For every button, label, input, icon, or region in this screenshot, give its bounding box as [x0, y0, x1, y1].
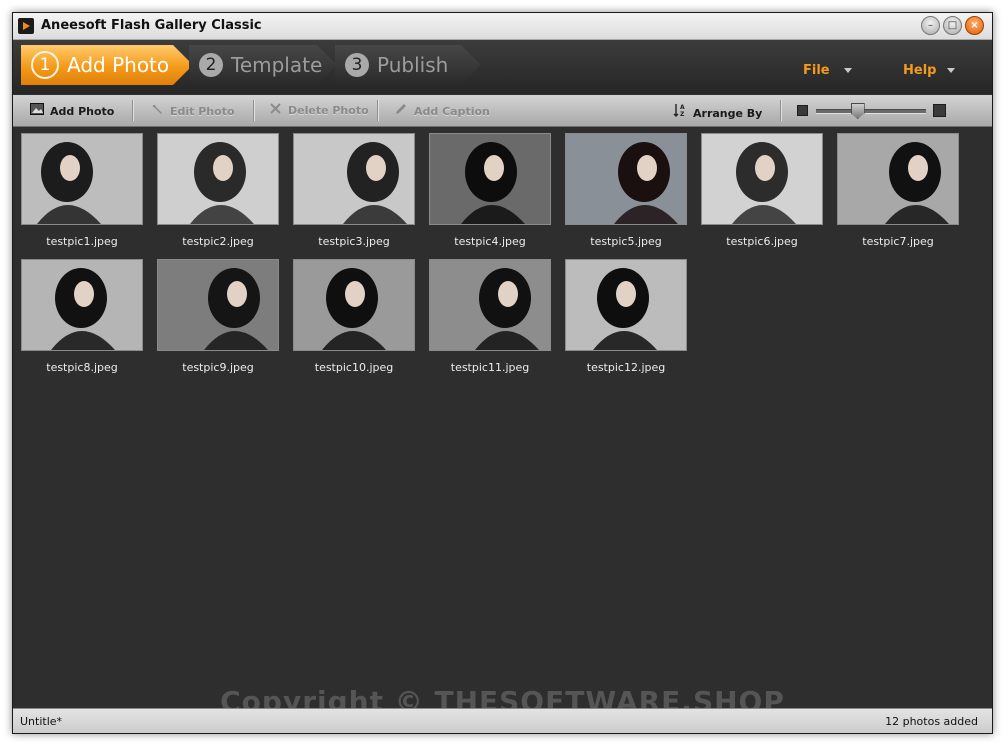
- photo-image[interactable]: [157, 259, 279, 351]
- photo-thumbnail[interactable]: testpic3.jpeg: [293, 133, 415, 248]
- photo-image[interactable]: [565, 259, 687, 351]
- photo-thumbnail[interactable]: testpic7.jpeg: [837, 133, 959, 248]
- photo-filename: testpic6.jpeg: [726, 235, 798, 248]
- step-label: Template: [231, 53, 323, 77]
- step-label: Publish: [377, 53, 449, 77]
- svg-text:Z: Z: [680, 111, 685, 117]
- close-button[interactable]: ×: [965, 16, 984, 35]
- step-number: 2: [199, 53, 223, 77]
- file-dropdown-icon[interactable]: [844, 68, 852, 73]
- minimize-button[interactable]: –: [921, 16, 940, 35]
- document-name: Untitle*: [20, 715, 63, 728]
- status-bar: Untitle* 12 photos added: [13, 708, 992, 733]
- file-menu[interactable]: File: [803, 63, 830, 78]
- step-publish[interactable]: 3 Publish: [335, 45, 481, 85]
- photo-image[interactable]: [21, 133, 143, 225]
- thumbnail-size-slider-handle[interactable]: [850, 103, 865, 119]
- wizard-bar: 1 Add Photo 2 Template 3 Publish File He…: [13, 40, 992, 94]
- add-caption-label: Add Caption: [414, 105, 490, 118]
- delete-photo-label: Delete Photo: [288, 104, 369, 117]
- add-photo-label: Add Photo: [50, 105, 115, 118]
- photo-filename: testpic9.jpeg: [182, 361, 254, 374]
- photo-filename: testpic11.jpeg: [450, 361, 530, 374]
- delete-photo-button[interactable]: Delete Photo: [267, 103, 369, 119]
- pencil-icon: [393, 103, 409, 118]
- thumbnail-size-slider[interactable]: [816, 109, 926, 114]
- photo-image[interactable]: [293, 133, 415, 225]
- photo-filename: testpic10.jpeg: [314, 361, 394, 374]
- photo-filename: testpic4.jpeg: [454, 235, 526, 248]
- add-photo-icon: [29, 103, 45, 118]
- add-photo-button[interactable]: Add Photo: [29, 103, 114, 119]
- photo-thumbnail[interactable]: testpic12.jpeg: [565, 259, 687, 374]
- photo-thumbnail[interactable]: testpic11.jpeg: [429, 259, 551, 374]
- photo-image[interactable]: [157, 133, 279, 225]
- photo-filename: testpic7.jpeg: [862, 235, 934, 248]
- toolbar-divider: [377, 100, 379, 121]
- photo-gallery: Copyright © THESOFTWARE.SHOP testpic1.jp…: [13, 127, 992, 718]
- toolbar-divider: [780, 100, 782, 121]
- edit-photo-label: Edit Photo: [170, 105, 235, 118]
- maximize-button[interactable]: □: [943, 16, 962, 35]
- photo-thumbnail[interactable]: testpic1.jpeg: [21, 133, 143, 248]
- edit-photo-button[interactable]: Edit Photo: [149, 103, 235, 119]
- thumbnail-large-icon[interactable]: [933, 104, 946, 117]
- app-window: Aneesoft Flash Gallery Classic – □ × 1 A…: [12, 12, 993, 734]
- help-dropdown-icon[interactable]: [947, 68, 955, 73]
- photo-filename: testpic3.jpeg: [318, 235, 390, 248]
- photo-image[interactable]: [21, 259, 143, 351]
- title-bar[interactable]: Aneesoft Flash Gallery Classic – □ ×: [13, 13, 992, 40]
- arrange-by-label: Arrange By: [693, 107, 763, 120]
- photo-filename: testpic12.jpeg: [586, 361, 666, 374]
- photo-thumbnail[interactable]: testpic4.jpeg: [429, 133, 551, 248]
- toolbar: Add Photo Edit Photo Delete Photo Add Ca…: [13, 95, 992, 127]
- photo-filename: testpic5.jpeg: [590, 235, 662, 248]
- toolbar-divider: [132, 100, 134, 121]
- step-number: 1: [31, 51, 59, 79]
- photo-thumbnail[interactable]: testpic10.jpeg: [293, 259, 415, 374]
- photo-thumbnail[interactable]: testpic8.jpeg: [21, 259, 143, 374]
- arrange-by-button[interactable]: AZ Arrange By: [672, 103, 763, 120]
- photo-filename: testpic1.jpeg: [46, 235, 118, 248]
- photo-image[interactable]: [429, 133, 551, 225]
- wrench-icon: [149, 103, 165, 118]
- photo-image[interactable]: [837, 133, 959, 225]
- x-icon: [267, 103, 283, 117]
- photo-filename: testpic2.jpeg: [182, 235, 254, 248]
- toolbar-divider: [253, 100, 255, 121]
- photo-thumbnail[interactable]: testpic5.jpeg: [565, 133, 687, 248]
- step-add-photo[interactable]: 1 Add Photo: [21, 45, 193, 85]
- photo-image[interactable]: [293, 259, 415, 351]
- photo-filename: testpic8.jpeg: [46, 361, 118, 374]
- photo-thumbnail[interactable]: testpic2.jpeg: [157, 133, 279, 248]
- photo-image[interactable]: [701, 133, 823, 225]
- svg-text:A: A: [680, 104, 685, 111]
- thumbnail-small-icon[interactable]: [797, 105, 808, 116]
- photo-count: 12 photos added: [885, 715, 978, 728]
- window-title: Aneesoft Flash Gallery Classic: [41, 18, 262, 33]
- step-number: 3: [345, 53, 369, 77]
- help-menu[interactable]: Help: [903, 63, 936, 78]
- app-logo-icon: [18, 18, 34, 34]
- photo-image[interactable]: [429, 259, 551, 351]
- add-caption-button[interactable]: Add Caption: [393, 103, 490, 119]
- photo-image[interactable]: [565, 133, 687, 225]
- step-label: Add Photo: [67, 53, 170, 77]
- sort-icon: AZ: [672, 103, 688, 120]
- photo-thumbnail[interactable]: testpic6.jpeg: [701, 133, 823, 248]
- photo-thumbnail[interactable]: testpic9.jpeg: [157, 259, 279, 374]
- step-template[interactable]: 2 Template: [189, 45, 337, 85]
